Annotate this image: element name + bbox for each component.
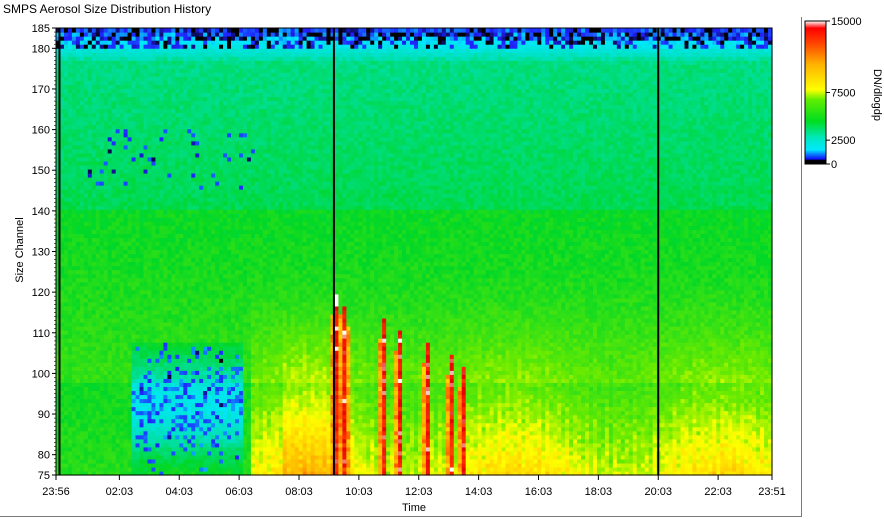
colorbar-ticks: 0 2500 7500 15000 (826, 16, 862, 171)
y-tick-label: 185 (32, 23, 50, 35)
x-tick-label: 23:51 (758, 486, 786, 498)
y-axis-label: Size Channel (14, 217, 26, 282)
x-tick-label: 20:03 (644, 486, 672, 498)
x-tick-label: 06:03 (225, 486, 253, 498)
y-tick-label: 160 (32, 125, 50, 137)
colorbar[interactable] (804, 20, 827, 165)
colorbar-tick-label: 7500 (831, 88, 855, 100)
colorbar-tick-label: 2500 (831, 135, 855, 147)
size-distribution-chart: 75 80 90 100 110 120 130 140 150 160 170 180 185 23:… (14, 16, 883, 514)
y-tick-label: 80 (38, 450, 50, 462)
y-tick-label: 130 (32, 247, 50, 259)
heatmap-cells (56, 28, 773, 476)
y-tick-label: 140 (32, 206, 50, 218)
y-tick-label: 150 (32, 165, 50, 177)
x-tick-label: 14:03 (465, 486, 493, 498)
y-tick-label: 100 (32, 368, 50, 380)
x-axis: 23:56 02:03 04:03 06:03 08:03 10:03 12:03 14:03… (42, 475, 786, 498)
x-tick-label: 18:03 (585, 486, 613, 498)
x-tick-label: 08:03 (285, 486, 313, 498)
y-axis: 75 80 90 100 110 120 130 140 150 160 170 180 185 (32, 23, 56, 482)
y-tick-label: 90 (38, 409, 50, 421)
colorbar-label: DN/dlogdp (871, 69, 883, 121)
x-tick-label: 02:03 (106, 486, 134, 498)
x-tick-label: 22:03 (704, 486, 732, 498)
y-tick-label: 120 (32, 287, 50, 299)
y-tick-label: 75 (38, 470, 50, 482)
x-tick-label: 12:03 (405, 486, 433, 498)
x-tick-label: 10:03 (345, 486, 373, 498)
colorbar-tick-label: 15000 (831, 16, 862, 28)
y-tick-label: 110 (32, 328, 50, 340)
x-tick-label: 04:03 (165, 486, 193, 498)
y-tick-label: 170 (32, 84, 50, 96)
x-tick-label: 16:03 (525, 486, 553, 498)
x-axis-label: Time (402, 502, 426, 514)
colorbar-tick-label: 0 (831, 159, 837, 171)
x-tick-label: 23:56 (42, 486, 70, 498)
y-tick-label: 180 (32, 43, 50, 55)
